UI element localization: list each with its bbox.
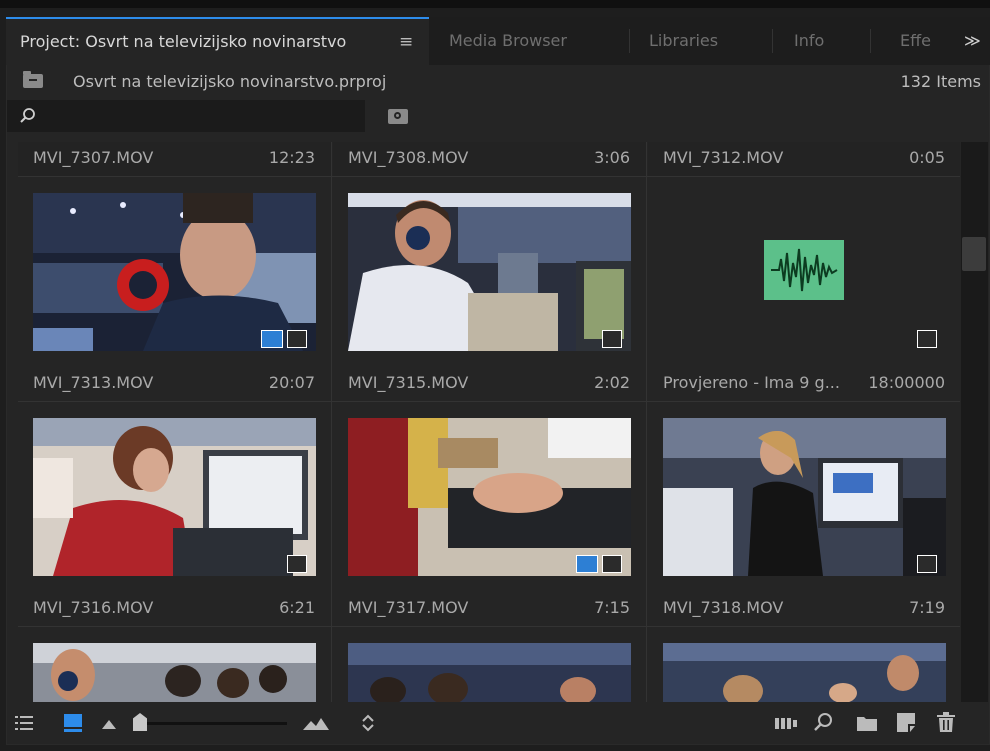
row-divider [18, 401, 960, 402]
sort-icon[interactable] [362, 714, 374, 732]
parent-folder-icon[interactable] [23, 71, 43, 88]
tab-info-label: Info [794, 31, 825, 50]
icon-view-icon[interactable] [64, 714, 82, 732]
tab-libraries[interactable]: Libraries [649, 17, 759, 65]
project-file-name: Osvrt na televizijsko novinarstvo.prproj [73, 72, 387, 91]
clip-name: MVI_7308.MOV [348, 148, 469, 167]
tab-effects[interactable]: Effe [900, 17, 933, 65]
audio-waveform-icon [764, 240, 844, 300]
column-divider [646, 142, 647, 702]
tab-effects-label: Effe [900, 31, 931, 50]
audio-badge-icon [287, 330, 307, 348]
clip-thumbnail[interactable] [663, 418, 946, 576]
video-thumbnail-image [348, 193, 631, 351]
find-icon[interactable] [813, 712, 833, 732]
clip-thumbnail[interactable] [348, 193, 631, 351]
video-thumbnail-image [33, 418, 316, 576]
video-thumbnail-image [348, 643, 631, 702]
panel-tab-bar: Project: Osvrt na televizijsko novinarst… [6, 17, 990, 65]
clip-duration: 7:19 [909, 598, 945, 617]
media-grid: MVI_7307.MOV 12:23 MVI_7308.MOV 3:06 MVI… [18, 142, 960, 702]
tab-divider [772, 29, 773, 53]
media-item[interactable]: MVI_7316.MOV 6:21 [18, 592, 331, 626]
video-thumbnail-image [348, 418, 631, 576]
tab-project[interactable]: Project: Osvrt na televizijsko novinarst… [6, 17, 429, 65]
tab-media-browser[interactable]: Media Browser [449, 17, 609, 65]
clip-duration: 2:02 [594, 373, 630, 392]
tab-media-browser-label: Media Browser [449, 31, 567, 50]
tab-divider [629, 29, 630, 53]
clip-name: MVI_7307.MOV [33, 148, 154, 167]
video-thumbnail-image [663, 643, 946, 702]
clip-name: MVI_7317.MOV [348, 598, 469, 617]
clip-thumbnail[interactable] [348, 643, 631, 702]
vertical-scrollbar[interactable] [961, 142, 988, 702]
clip-thumbnail[interactable] [33, 643, 316, 702]
clip-name: Provjereno - Ima 9 g... [663, 373, 840, 392]
search-input[interactable] [7, 100, 365, 132]
audio-badge-icon [917, 330, 937, 348]
zoom-slider[interactable] [133, 713, 287, 731]
tab-overflow-button[interactable]: ≫ [964, 17, 990, 65]
media-item[interactable]: MVI_7312.MOV 0:05 [648, 142, 960, 176]
list-view-icon[interactable] [15, 715, 33, 731]
search-icon [20, 108, 35, 123]
item-count: 132 Items [900, 72, 981, 91]
new-search-bin-icon[interactable] [388, 109, 408, 124]
media-item[interactable]: MVI_7313.MOV 20:07 [18, 367, 331, 401]
media-item[interactable]: MVI_7318.MOV 7:19 [648, 592, 960, 626]
media-item[interactable]: MVI_7308.MOV 3:06 [333, 142, 646, 176]
column-divider [331, 142, 332, 702]
new-bin-icon[interactable] [857, 715, 877, 731]
row-divider [18, 626, 960, 627]
clip-duration: 0:05 [909, 148, 945, 167]
audio-badge-icon [287, 555, 307, 573]
clip-thumbnail[interactable] [33, 193, 316, 351]
trash-icon[interactable] [937, 712, 955, 732]
scrollbar-thumb[interactable] [962, 237, 986, 271]
video-thumbnail-image [33, 193, 316, 351]
media-item[interactable]: MVI_7315.MOV 2:02 [333, 367, 646, 401]
clip-thumbnail[interactable] [33, 418, 316, 576]
zoom-out-icon[interactable] [102, 720, 116, 729]
audio-badge-icon [917, 555, 937, 573]
clip-name: MVI_7316.MOV [33, 598, 154, 617]
chevron-double-right-icon: ≫ [964, 31, 981, 50]
window-top-strip [0, 0, 990, 8]
automate-to-sequence-icon[interactable] [775, 717, 797, 730]
clip-thumbnail[interactable] [663, 643, 946, 702]
project-path-row: Osvrt na televizijsko novinarstvo.prproj… [7, 66, 989, 100]
clip-duration: 7:15 [594, 598, 630, 617]
media-item[interactable]: MVI_7307.MOV 12:23 [18, 142, 331, 176]
clip-thumbnail[interactable] [348, 418, 631, 576]
zoom-slider-handle[interactable] [133, 713, 147, 731]
media-item[interactable]: Provjereno - Ima 9 g... 18:00000 [648, 367, 960, 401]
clip-duration: 12:23 [268, 148, 315, 167]
clip-duration: 3:06 [594, 148, 630, 167]
row-divider [18, 176, 960, 177]
tab-divider [870, 29, 871, 53]
clip-thumbnail[interactable] [663, 193, 946, 351]
bottom-toolbar [7, 703, 989, 743]
media-item[interactable]: MVI_7317.MOV 7:15 [333, 592, 646, 626]
video-badge-icon [261, 330, 283, 348]
clip-name: MVI_7312.MOV [663, 148, 784, 167]
tab-info[interactable]: Info [794, 17, 854, 65]
clip-duration: 18:00000 [868, 373, 945, 392]
zoom-in-icon[interactable] [303, 718, 329, 730]
tab-libraries-label: Libraries [649, 31, 719, 50]
panel-menu-icon[interactable]: ≡ [399, 19, 413, 65]
clip-duration: 6:21 [279, 598, 315, 617]
audio-badge-icon [602, 330, 622, 348]
audio-badge-icon [602, 555, 622, 573]
clip-name: MVI_7313.MOV [33, 373, 154, 392]
clip-name: MVI_7318.MOV [663, 598, 784, 617]
new-item-icon[interactable] [897, 713, 915, 732]
clip-duration: 20:07 [268, 373, 315, 392]
clip-name: MVI_7315.MOV [348, 373, 469, 392]
video-thumbnail-image [33, 643, 316, 702]
tab-project-label: Project: Osvrt na televizijsko novinarst… [20, 32, 347, 51]
video-badge-icon [576, 555, 598, 573]
video-thumbnail-image [663, 418, 946, 576]
